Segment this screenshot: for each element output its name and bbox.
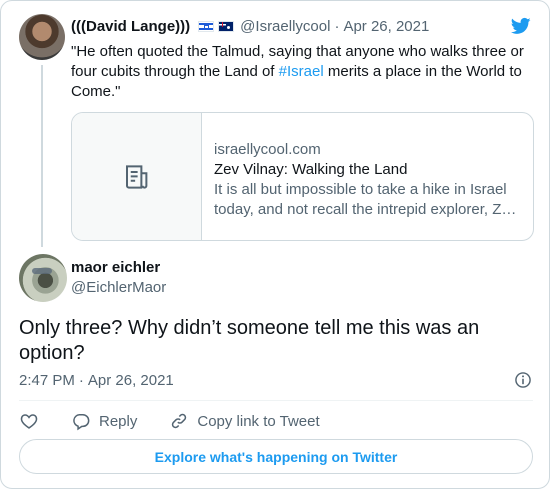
quoted-author-handle[interactable]: @Israellycool (240, 18, 330, 35)
separator-dot: · (334, 17, 340, 35)
link-description: It is all but impossible to take a hike … (214, 181, 518, 218)
quoted-author-name[interactable]: (((David Lange))) (71, 18, 190, 35)
reply-label: Reply (99, 412, 138, 430)
article-icon (125, 164, 147, 189)
reply-button[interactable]: Reply (71, 411, 137, 431)
reply-icon (73, 414, 90, 431)
copy-link-label: Copy link to Tweet (197, 412, 320, 430)
link-preview-body: israellycool.com Zev Vilnay: Walking the… (202, 113, 533, 240)
author-avatar[interactable] (19, 254, 67, 302)
quoted-tweet-header: (((David Lange))) @Israellycool · Apr 26… (71, 17, 429, 35)
link-preview-card[interactable]: israellycool.com Zev Vilnay: Walking the… (71, 112, 534, 241)
israel-flag-icon (198, 20, 215, 32)
explore-twitter-button[interactable]: Explore what's happening on Twitter (19, 439, 533, 474)
info-icon[interactable] (513, 370, 533, 390)
hashtag-link[interactable]: #Israel (279, 63, 324, 80)
like-button[interactable] (19, 411, 39, 431)
quoted-tweet-text: "He often quoted the Talmud, saying that… (71, 43, 524, 100)
australia-flag-icon (218, 20, 235, 32)
tweet-date[interactable]: Apr 26, 2021 (88, 372, 174, 389)
embedded-tweet-card: (((David Lange))) @Israellycool · Apr 26… (0, 0, 550, 489)
separator-dot: · (78, 371, 84, 389)
quoted-tweet-date[interactable]: Apr 26, 2021 (343, 18, 429, 35)
tweet-meta: 2:47 PM · Apr 26, 2021 (19, 370, 533, 390)
tweet-text: Only three? Why didn’t someone tell me t… (19, 317, 480, 364)
quoted-author-avatar[interactable] (19, 14, 65, 60)
link-domain: israellycool.com (214, 141, 321, 158)
thread-line (41, 65, 43, 247)
author-handle[interactable]: @EichlerMaor (71, 279, 166, 296)
link-icon (172, 413, 187, 429)
link-thumbnail (72, 113, 202, 240)
heart-icon (20, 414, 38, 429)
author-name[interactable]: maor eichler (71, 259, 160, 276)
twitter-bird-icon[interactable] (509, 16, 533, 36)
divider (19, 400, 533, 401)
tweet-actions: Reply Copy link to Tweet (19, 410, 320, 432)
copy-link-button[interactable]: Copy link to Tweet (169, 411, 320, 431)
tweet-time[interactable]: 2:47 PM (19, 372, 75, 389)
link-title: Zev Vilnay: Walking the Land (214, 161, 408, 178)
